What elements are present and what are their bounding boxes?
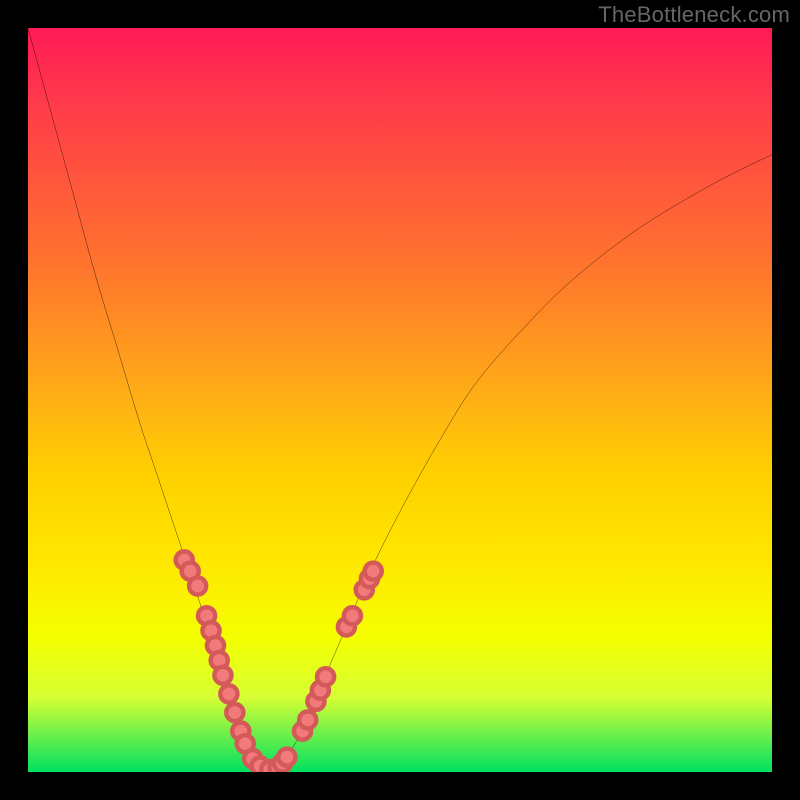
- chart-frame: TheBottleneck.com: [0, 0, 800, 800]
- watermark-text: TheBottleneck.com: [598, 2, 790, 28]
- plot-area: [28, 28, 772, 772]
